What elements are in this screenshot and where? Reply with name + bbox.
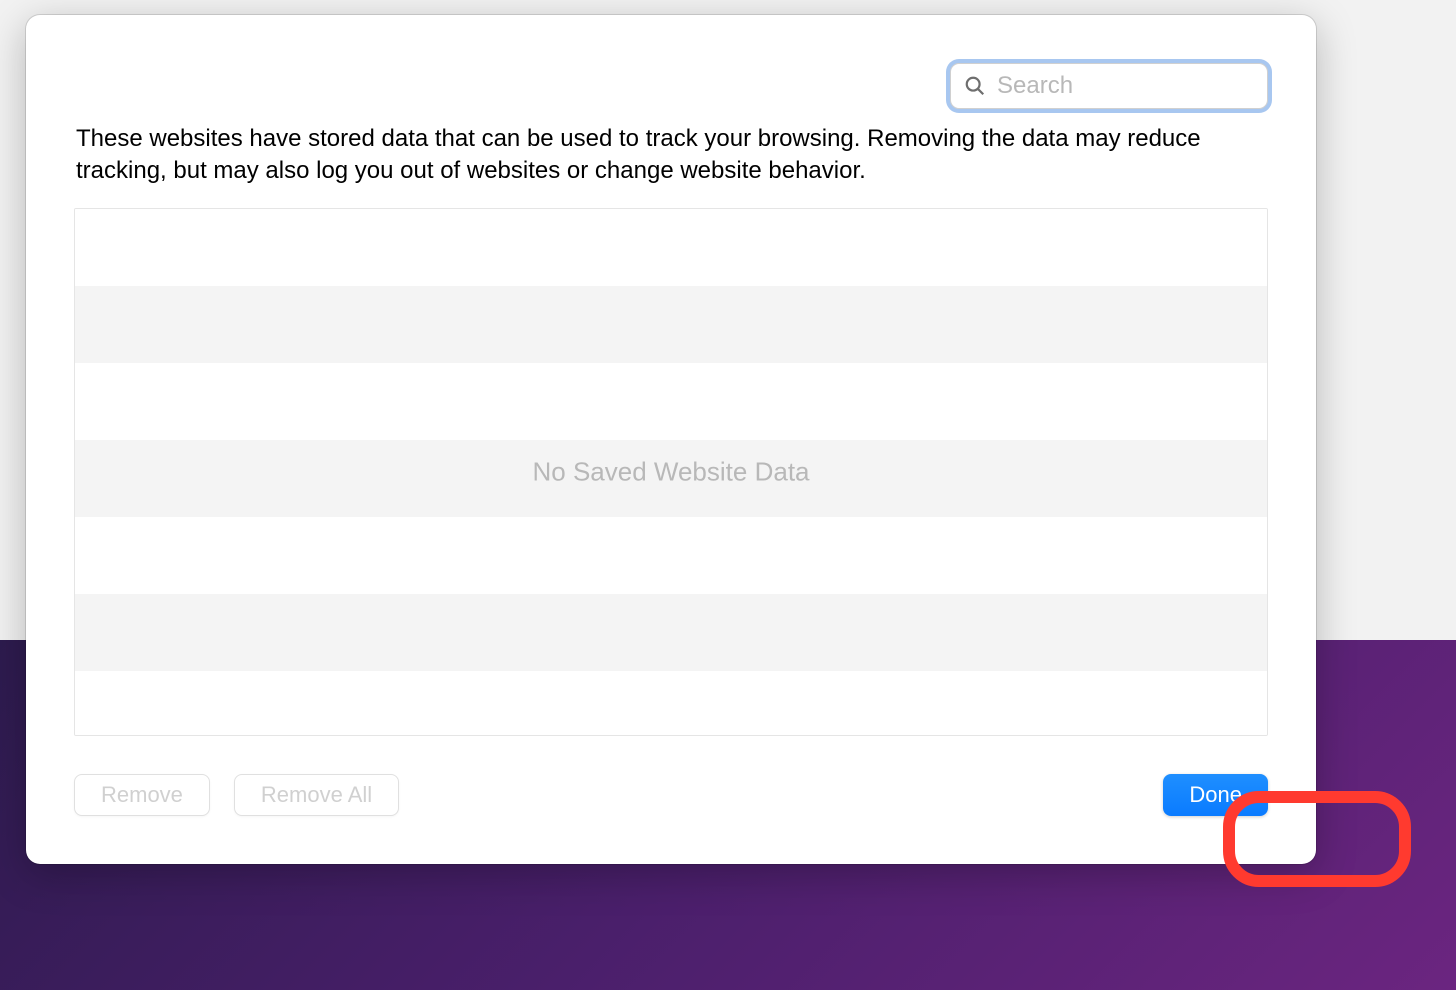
website-data-dialog: These websites have stored data that can… — [26, 15, 1316, 864]
list-row — [75, 594, 1267, 671]
remove-button[interactable]: Remove — [74, 774, 210, 816]
remove-all-button[interactable]: Remove All — [234, 774, 399, 816]
done-button[interactable]: Done — [1163, 774, 1268, 816]
list-row — [75, 517, 1267, 594]
list-row — [75, 209, 1267, 286]
website-data-list[interactable]: No Saved Website Data — [74, 208, 1268, 736]
search-wrapper — [950, 63, 1268, 109]
list-row — [75, 440, 1267, 517]
dialog-footer: Remove Remove All Done — [74, 774, 1268, 816]
dialog-description: These websites have stored data that can… — [74, 123, 1268, 188]
footer-left-buttons: Remove Remove All — [74, 774, 399, 816]
search-input[interactable] — [950, 63, 1268, 109]
list-row — [75, 286, 1267, 363]
list-row — [75, 671, 1267, 736]
dialog-header — [74, 63, 1268, 109]
list-row — [75, 363, 1267, 440]
